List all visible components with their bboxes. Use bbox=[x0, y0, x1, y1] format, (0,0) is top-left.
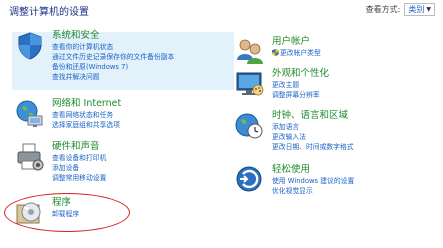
category-ease-of-access: 轻松使用 使用 Windows 建议的设置 优化视觉显示 bbox=[234, 164, 439, 200]
category-clock-language-region: 时钟、语言和区域 添加语言 更改输入法 更改日期、时间或数字格式 bbox=[234, 110, 439, 158]
view-by-value: 类别 bbox=[408, 5, 425, 14]
link-mobility-settings[interactable]: 调整常用移动设置 bbox=[52, 173, 106, 183]
category-user-accounts: 用户帐户 更改帐户类型 bbox=[234, 36, 434, 66]
link-network-status[interactable]: 查看网络状态和任务 bbox=[52, 110, 121, 120]
link-view-status[interactable]: 查看你的计算机状态 bbox=[52, 42, 174, 52]
category-title[interactable]: 外观和个性化 bbox=[272, 68, 329, 80]
category-appearance: 外观和个性化 更改主题 调整屏幕分辨率 bbox=[234, 68, 434, 104]
page-title: 调整计算机的设置 bbox=[9, 7, 89, 18]
link-date-time-format[interactable]: 更改日期、时间或数字格式 bbox=[272, 142, 354, 152]
link-change-account-type[interactable]: 更改帐户类型 bbox=[272, 48, 321, 58]
uac-shield-icon bbox=[272, 49, 279, 56]
category-system-security: 系统和安全 查看你的计算机状态 通过文件历史记录保存你的文件备份副本 备份和还原… bbox=[12, 30, 234, 90]
users-icon[interactable] bbox=[234, 36, 266, 68]
link-optimize-display[interactable]: 优化视觉显示 bbox=[272, 186, 354, 196]
category-title[interactable]: 网络和 Internet bbox=[52, 98, 121, 110]
clock-globe-icon[interactable] bbox=[234, 110, 266, 142]
category-hardware-sound: 硬件和声音 查看设备和打印机 添加设备 调整常用移动设置 bbox=[14, 141, 214, 189]
link-change-theme[interactable]: 更改主题 bbox=[272, 80, 329, 90]
annotation-circle bbox=[4, 193, 130, 232]
view-by-dropdown[interactable]: 类别 ▼ bbox=[404, 3, 435, 16]
link-troubleshoot[interactable]: 查找并解决问题 bbox=[52, 72, 174, 82]
shield-icon[interactable] bbox=[14, 30, 46, 62]
link-add-language[interactable]: 添加语言 bbox=[272, 122, 354, 132]
link-recommended-settings[interactable]: 使用 Windows 建议的设置 bbox=[272, 176, 354, 186]
category-title[interactable]: 用户帐户 bbox=[272, 36, 321, 48]
link-add-device[interactable]: 添加设备 bbox=[52, 163, 106, 173]
category-title[interactable]: 系统和安全 bbox=[52, 30, 174, 42]
link-devices-printers[interactable]: 查看设备和打印机 bbox=[52, 153, 106, 163]
category-title[interactable]: 时钟、语言和区域 bbox=[272, 110, 354, 122]
link-file-history[interactable]: 通过文件历史记录保存你的文件备份副本 bbox=[52, 52, 174, 62]
view-by: 查看方式: 类别 ▼ bbox=[366, 3, 435, 16]
printer-icon[interactable] bbox=[14, 141, 46, 173]
link-backup-restore[interactable]: 备份和还原(Windows 7) bbox=[52, 62, 174, 72]
category-title[interactable]: 轻松使用 bbox=[272, 164, 354, 176]
category-title[interactable]: 硬件和声音 bbox=[52, 141, 106, 153]
view-by-label: 查看方式: bbox=[365, 5, 401, 14]
category-network-internet: 网络和 Internet 查看网络状态和任务 选择家庭组和共享选项 bbox=[14, 98, 214, 134]
link-label: 更改帐户类型 bbox=[280, 49, 321, 57]
link-screen-resolution[interactable]: 调整屏幕分辨率 bbox=[272, 90, 329, 100]
link-change-input[interactable]: 更改输入法 bbox=[272, 132, 354, 142]
appearance-icon[interactable] bbox=[234, 68, 266, 100]
chevron-down-icon: ▼ bbox=[426, 6, 431, 13]
network-globe-icon[interactable] bbox=[14, 98, 46, 130]
link-homegroup[interactable]: 选择家庭组和共享选项 bbox=[52, 120, 121, 130]
ease-of-access-icon[interactable] bbox=[234, 164, 266, 196]
